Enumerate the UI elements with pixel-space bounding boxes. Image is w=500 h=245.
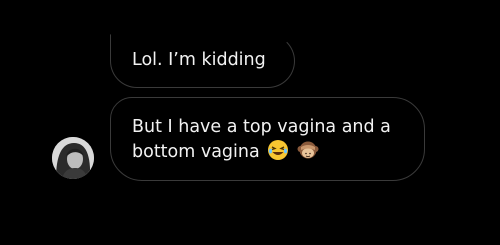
avatar-photo: [52, 137, 94, 179]
message-thread: Lol. I’m kidding But I have a top vagina…: [0, 0, 500, 245]
laughing-with-tears-emoji-icon: [267, 139, 289, 168]
message-text: Lol. I’m kidding: [132, 50, 266, 70]
message-text-line-2: bottom vagina: [132, 139, 412, 168]
message-text-line: But I have a top vagina and a: [132, 117, 391, 137]
message-text: bottom vagina: [132, 142, 260, 162]
message-bubble[interactable]: Lol. I’m kidding: [110, 34, 295, 88]
avatar[interactable]: [52, 137, 94, 179]
message-bubble[interactable]: But I have a top vagina and a bottom vag…: [110, 97, 425, 181]
see-no-evil-monkey-emoji-icon: [297, 139, 319, 168]
